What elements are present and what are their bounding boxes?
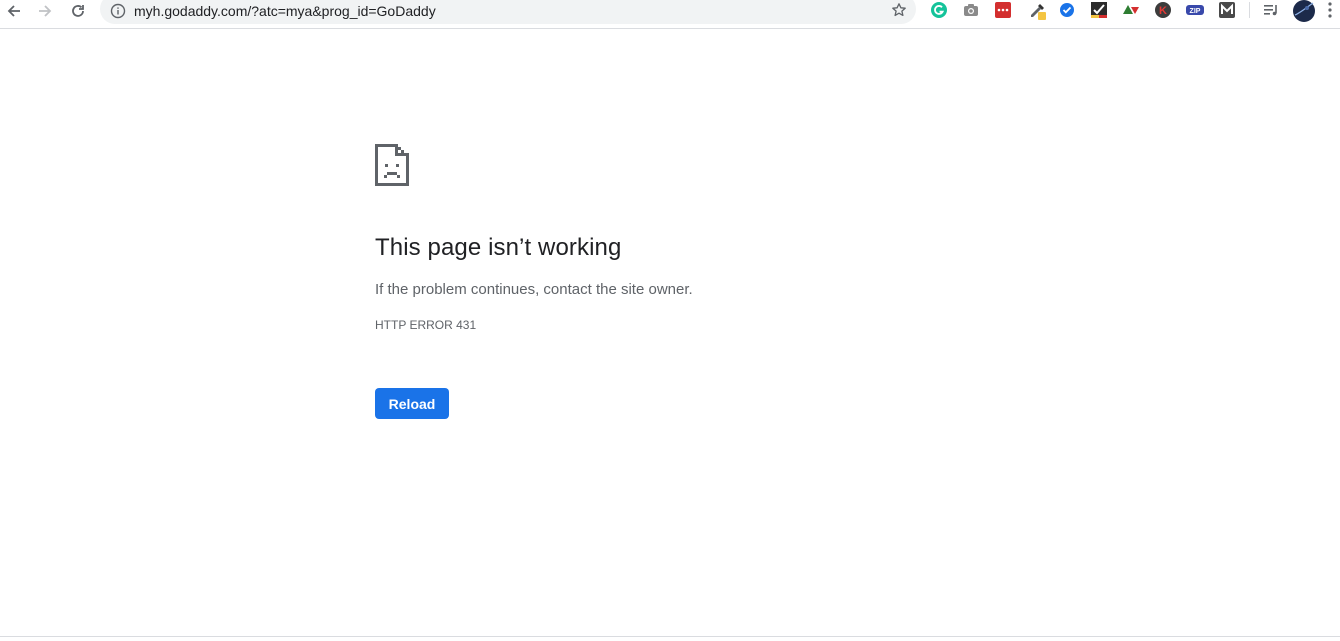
address-bar[interactable]: myh.godaddy.com/?atc=mya&prog_id=GoDaddy <box>100 0 916 24</box>
arrow-right-icon <box>37 3 53 19</box>
reload-button[interactable]: Reload <box>375 388 449 419</box>
profile-avatar-icon[interactable] <box>1292 0 1316 23</box>
reload-page-button[interactable] <box>67 0 89 22</box>
camera-icon[interactable] <box>962 1 980 19</box>
password-manager-icon[interactable] <box>994 1 1012 19</box>
color-picker-icon[interactable] <box>1028 1 1046 20</box>
url-text[interactable]: myh.godaddy.com/?atc=mya&prog_id=GoDaddy <box>134 3 436 19</box>
reload-icon <box>70 3 86 19</box>
bottom-divider <box>0 636 1340 637</box>
triangle-arrows-icon[interactable] <box>1122 1 1140 19</box>
zip-icon[interactable]: ZIP <box>1186 1 1204 19</box>
reading-list-icon[interactable] <box>1262 1 1280 19</box>
svg-text:ZIP: ZIP <box>1190 8 1201 15</box>
star-icon[interactable] <box>891 2 907 23</box>
k-circle-icon[interactable]: K <box>1154 1 1172 19</box>
forward-button[interactable] <box>34 0 56 22</box>
svg-text:K: K <box>1159 5 1167 17</box>
task-checkbox-icon[interactable] <box>1090 1 1108 19</box>
arrow-left-icon <box>6 3 22 19</box>
back-button[interactable] <box>3 0 25 22</box>
toolbar-separator <box>1249 2 1250 18</box>
more-menu-icon[interactable] <box>1324 1 1340 19</box>
browser-toolbar: myh.godaddy.com/?atc=mya&prog_id=GoDaddy… <box>0 0 1340 29</box>
error-title: This page isn’t working <box>375 234 622 261</box>
grammarly-icon[interactable] <box>930 1 948 19</box>
gmail-m-icon[interactable] <box>1218 1 1236 19</box>
sad-page-icon <box>375 144 409 191</box>
info-icon[interactable] <box>110 3 126 24</box>
error-message: If the problem continues, contact the si… <box>375 281 693 298</box>
error-code: HTTP ERROR 431 <box>375 318 477 332</box>
checkmark-badge-icon[interactable] <box>1058 1 1076 19</box>
